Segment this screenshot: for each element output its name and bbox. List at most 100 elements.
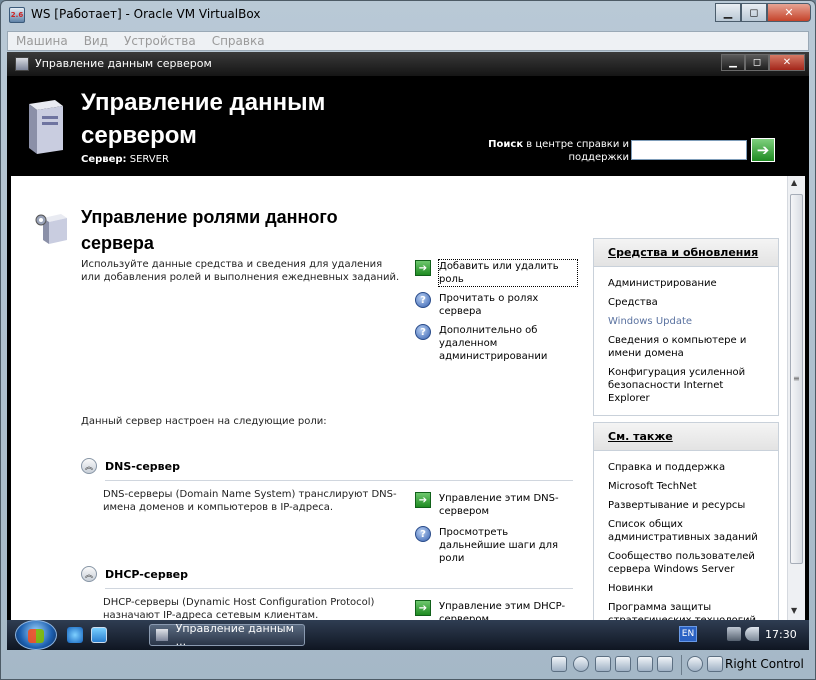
tools-item-ie-security[interactable]: Конфигурация усиленной безопасности Inte… xyxy=(608,366,766,405)
see-also-admin-tasks[interactable]: Список общих административных заданий xyxy=(608,518,766,544)
menu-devices[interactable]: Устройства xyxy=(124,34,196,48)
tools-panel-title[interactable]: Средства и обновления xyxy=(608,246,758,259)
collapse-icon[interactable]: ︽ xyxy=(81,458,97,474)
role-divider xyxy=(105,480,573,481)
menu-help[interactable]: Справка xyxy=(212,34,265,48)
guest-screen[interactable]: Управление данным сервером ▁ ◻ ✕ Управле… xyxy=(7,52,809,650)
see-also-title[interactable]: См. также xyxy=(608,430,673,443)
app-maximize-button[interactable]: ◻ xyxy=(745,54,769,71)
app-titlebar[interactable]: Управление данным сервером ▁ ◻ ✕ xyxy=(7,52,809,76)
see-also-header: См. также xyxy=(594,423,778,451)
role-dhcp-title: DHCP-сервер xyxy=(105,567,188,581)
app-close-button[interactable]: ✕ xyxy=(769,54,805,71)
volume-tray-icon[interactable] xyxy=(745,627,759,641)
status-separator xyxy=(681,655,682,675)
read-about-roles-label: Прочитать о ролях сервера xyxy=(439,293,539,317)
tools-panel-header: Средства и обновления xyxy=(594,239,778,267)
menu-view[interactable]: Вид xyxy=(84,34,108,48)
see-also-deployment[interactable]: Развертывание и ресурсы xyxy=(608,499,766,512)
taskbar-item-manage-server[interactable]: Управление данным ... xyxy=(149,622,305,648)
read-about-roles-link[interactable]: ? Прочитать о ролях сервера xyxy=(415,292,577,318)
usb-icon[interactable] xyxy=(595,656,611,672)
search-label-rest: в центре справки и поддержки xyxy=(526,139,629,163)
host-window-controls: ▁ ◻ ✕ xyxy=(715,3,811,22)
see-also-help[interactable]: Справка и поддержка xyxy=(608,461,766,474)
search-label: Поиск в центре справки и поддержки xyxy=(473,138,629,164)
search-go-button[interactable]: ➔ xyxy=(751,138,775,162)
virtualbox-window: 2.6 WS [Работает] - Oracle VM VirtualBox… xyxy=(0,0,816,680)
vertical-scrollbar[interactable]: ▲ ≡ ▼ xyxy=(787,176,805,620)
network-icon[interactable] xyxy=(615,656,631,672)
help-icon: ? xyxy=(415,526,431,542)
content-area: Управление ролями данного сервера Исполь… xyxy=(11,176,805,638)
role-dhcp-header[interactable]: ︽ DHCP-сервер xyxy=(81,566,188,582)
internet-explorer-icon[interactable] xyxy=(67,627,83,643)
host-titlebar[interactable]: 2.6 WS [Работает] - Oracle VM VirtualBox… xyxy=(1,1,816,29)
hard-disk-icon[interactable] xyxy=(551,656,567,672)
see-also-whats-new[interactable]: Новинки xyxy=(608,582,766,595)
tools-item-windows-update[interactable]: Windows Update xyxy=(608,315,766,328)
taskbar-clock[interactable]: 17:30 xyxy=(765,628,797,641)
optical-disk-icon[interactable] xyxy=(573,656,589,672)
mouse-integration-icon[interactable] xyxy=(687,656,703,672)
menu-machine[interactable]: Машина xyxy=(16,34,68,48)
collapse-icon[interactable]: ︽ xyxy=(81,566,97,582)
language-indicator[interactable]: EN xyxy=(679,626,697,642)
role-divider xyxy=(105,588,573,589)
app-minimize-button[interactable]: ▁ xyxy=(721,54,745,71)
app-window-controls: ▁ ◻ ✕ xyxy=(721,54,805,71)
scroll-up-icon[interactable]: ▲ xyxy=(791,178,797,187)
host-close-button[interactable]: ✕ xyxy=(767,3,811,22)
virtualbox-app-icon: 2.6 xyxy=(9,7,25,23)
role-dns-title: DNS-сервер xyxy=(105,459,180,473)
manage-server-window: Управление данным сервером ▁ ◻ ✕ Управле… xyxy=(7,52,809,638)
quick-launch-icon[interactable] xyxy=(91,627,107,643)
remote-admin-link[interactable]: ? Дополнительно об удаленном администрир… xyxy=(415,324,577,363)
add-remove-role-link[interactable]: ➔ Добавить или удалить роль xyxy=(415,259,578,287)
tools-panel: Средства и обновления Администрирование … xyxy=(593,238,779,416)
vbox-status-bar: Right Control xyxy=(1,651,816,680)
host-menubar: Машина Вид Устройства Справка xyxy=(7,31,809,51)
dns-next-steps-link[interactable]: ? Просмотреть дальнейшие шаги для роли xyxy=(415,526,577,565)
green-arrow-icon: ➔ xyxy=(415,260,431,276)
dns-next-steps-label: Просмотреть дальнейшие шаги для роли xyxy=(439,527,559,564)
see-also-panel: См. также Справка и поддержка Microsoft … xyxy=(593,422,779,638)
roles-section-description: Используйте данные средства и сведения д… xyxy=(81,259,400,283)
server-label: Сервер: xyxy=(81,154,127,165)
server-icon xyxy=(156,629,168,641)
host-window-title: WS [Работает] - Oracle VM VirtualBox xyxy=(31,7,261,21)
header-banner: Управление данным сервером Сервер: SERVE… xyxy=(7,76,809,176)
page-title: Управление данным сервером xyxy=(81,89,326,149)
add-remove-role-label: Добавить или удалить роль xyxy=(438,259,578,287)
role-dns-header[interactable]: ︽ DNS-сервер xyxy=(81,458,180,474)
search-input[interactable] xyxy=(631,140,747,160)
display-icon[interactable] xyxy=(657,656,673,672)
scroll-grip-icon: ≡ xyxy=(793,374,800,383)
app-window-title: Управление данным сервером xyxy=(35,57,212,70)
manage-dns-label: Управление этим DNS-сервером xyxy=(439,493,559,517)
role-dns-description: DNS-серверы (Domain Name System) трансли… xyxy=(103,489,397,513)
server-tower-icon xyxy=(29,100,63,154)
server-name: SERVER xyxy=(129,154,169,165)
manage-dns-link[interactable]: ➔ Управление этим DNS-сервером xyxy=(415,492,577,518)
search-label-bold: Поиск xyxy=(488,139,524,150)
tools-item-tools[interactable]: Средства xyxy=(608,296,766,309)
tools-item-administration[interactable]: Администрирование xyxy=(608,277,766,290)
see-also-technet[interactable]: Microsoft TechNet xyxy=(608,480,766,493)
host-key-icon[interactable] xyxy=(707,656,723,672)
server-icon xyxy=(15,57,29,71)
network-tray-icon[interactable] xyxy=(727,627,741,641)
tools-item-computer-info[interactable]: Сведения о компьютере и имени домена xyxy=(608,334,766,360)
remote-admin-label: Дополнительно об удаленном администриров… xyxy=(439,325,548,362)
start-button[interactable] xyxy=(15,620,57,650)
host-key-label: Right Control xyxy=(725,657,804,671)
scroll-down-icon[interactable]: ▼ xyxy=(791,606,797,615)
host-minimize-button[interactable]: ▁ xyxy=(715,3,741,22)
host-maximize-button[interactable]: ◻ xyxy=(741,3,767,22)
green-arrow-icon: ➔ xyxy=(415,600,431,616)
green-arrow-icon: ➔ xyxy=(415,492,431,508)
see-also-community[interactable]: Сообщество пользователей сервера Windows… xyxy=(608,550,766,576)
taskbar-item-label: Управление данным ... xyxy=(175,622,294,648)
guest-taskbar: Управление данным ... EN 17:30 xyxy=(7,620,809,650)
shared-folders-icon[interactable] xyxy=(637,656,653,672)
